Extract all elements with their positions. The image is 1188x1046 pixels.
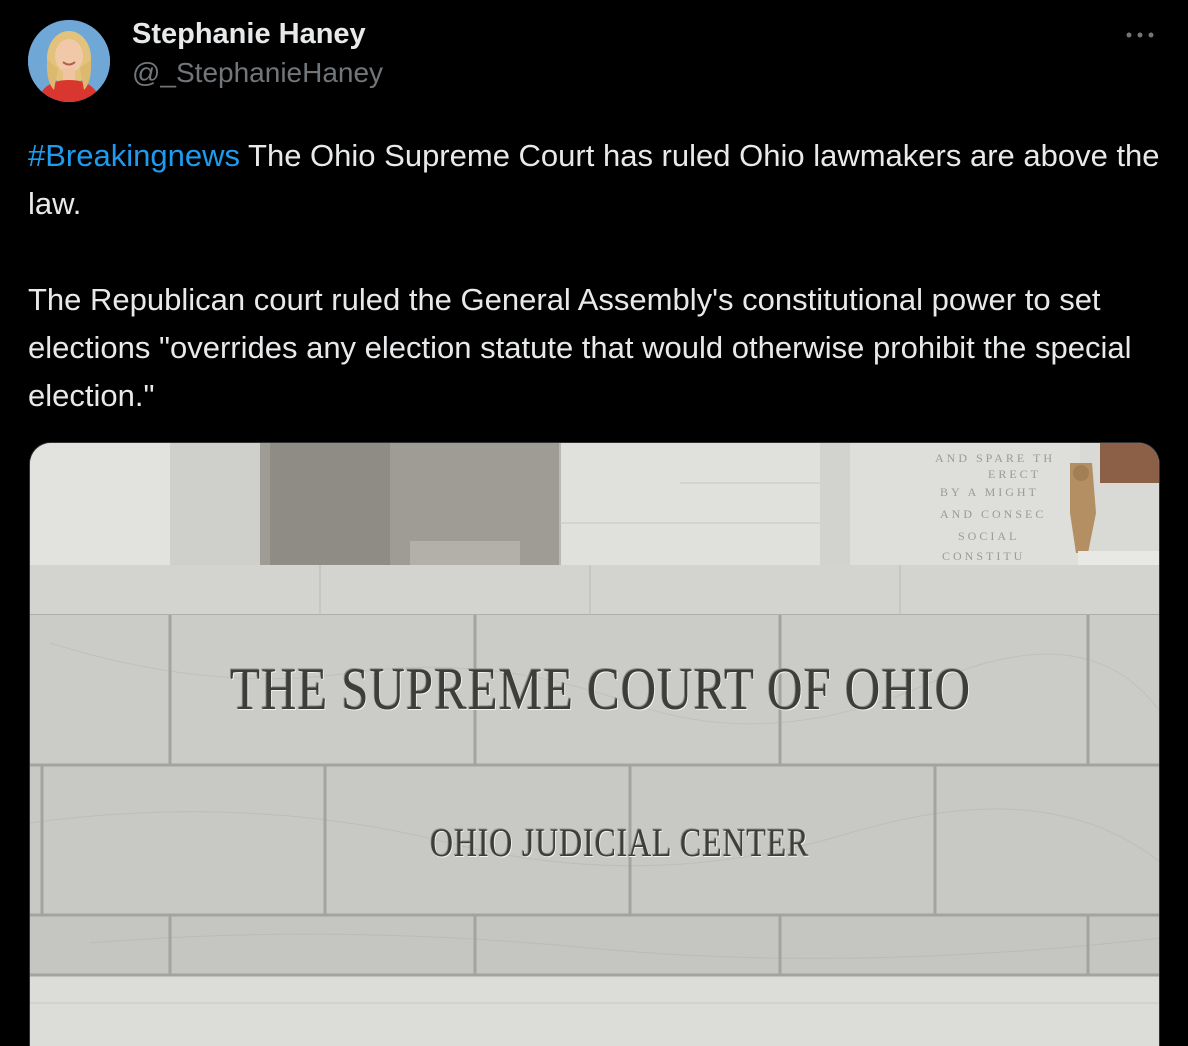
wall-engraving-fragment: ERECT [988,467,1041,481]
author-handle[interactable]: @_StephanieHaney [132,57,383,89]
tweet-text: #Breakingnews The Ohio Supreme Court has… [28,132,1168,420]
wall-engraving-fragment: BY A MIGHT [940,485,1039,499]
author-name[interactable]: Stephanie Haney [132,18,366,51]
wall-engraving-fragment: SOCIAL [958,529,1020,543]
tweet-paragraph-2: The Republican court ruled the General A… [28,282,1132,413]
tweet-paragraph-1: #Breakingnews The Ohio Supreme Court has… [28,132,1168,228]
wall-engraving-fragment: AND CONSEC [940,507,1047,521]
engraved-subtitle: OHIO JUDICIAL CENTER [430,820,810,865]
engraved-title: THE SUPREME COURT OF OHIO [230,656,972,722]
tweet-media-image[interactable]: AND SPARE TH ERECT BY A MIGHT AND CONSEC… [29,442,1160,1046]
avatar[interactable] [28,20,110,102]
hashtag-link[interactable]: #Breakingnews [28,138,240,173]
wall-engraving-fragment: AND SPARE TH [935,451,1056,465]
avatar-photo-icon [28,20,110,102]
wall-engraving-fragment: CONSTITU [942,549,1026,563]
more-options-button[interactable] [1120,20,1160,50]
tweet-header: Stephanie Haney @_StephanieHaney [28,14,1160,102]
more-horizontal-icon [1126,32,1154,38]
